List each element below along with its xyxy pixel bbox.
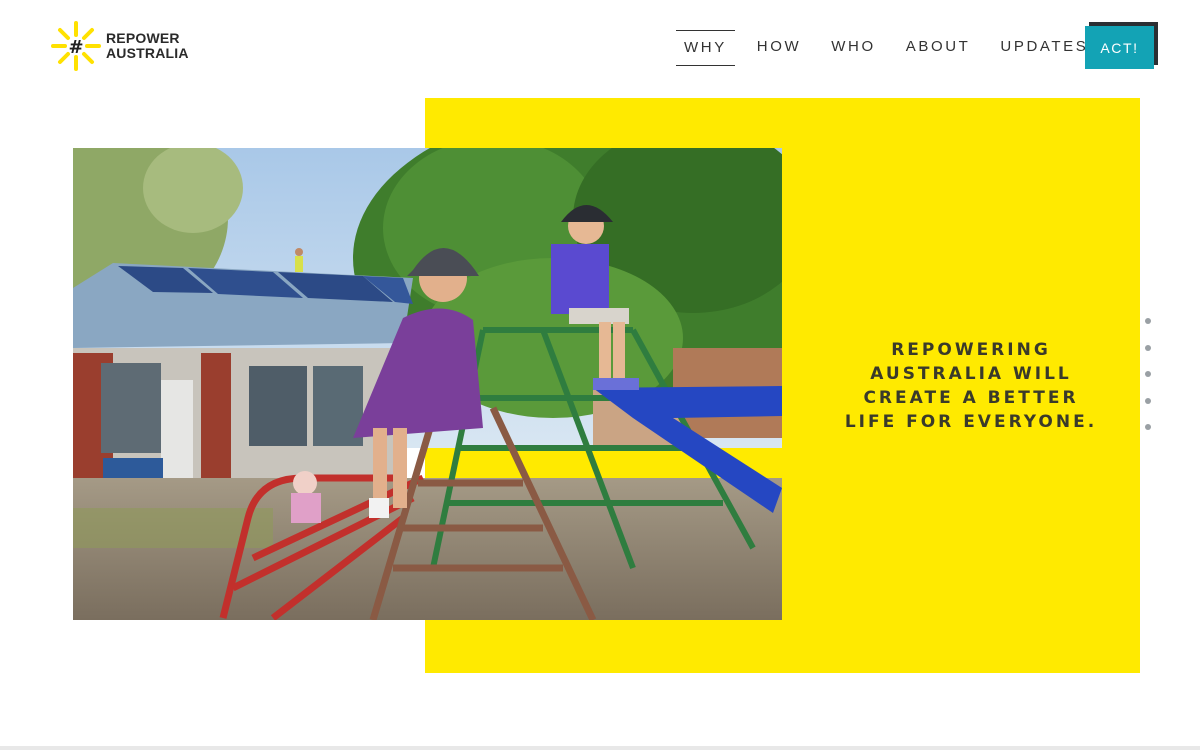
- hero-headline: REPOWERING AUSTRALIA WILL CREATE A BETTE…: [842, 338, 1100, 434]
- slide-dot-4[interactable]: [1145, 397, 1151, 404]
- brand-line-1: REPOWER: [106, 30, 180, 46]
- brand-line-2: AUSTRALIA: [106, 45, 189, 61]
- nav-item-updates[interactable]: UPDATES: [992, 30, 1096, 66]
- nav-item-how[interactable]: HOW: [749, 30, 809, 66]
- hero-headline-line-1: REPOWERING: [891, 340, 1051, 360]
- slide-dot-5[interactable]: [1145, 424, 1151, 430]
- act-button[interactable]: ACT!: [1085, 26, 1154, 69]
- svg-text:#: #: [68, 37, 83, 58]
- slide-dot-3[interactable]: [1145, 371, 1151, 377]
- nav-item-about[interactable]: ABOUT: [898, 30, 979, 66]
- act-button-wrap: ACT!: [1085, 22, 1158, 69]
- nav-item-why[interactable]: WHY: [676, 30, 735, 66]
- hero-headline-line-2: AUSTRALIA WILL: [870, 364, 1072, 384]
- slide-dot-1[interactable]: [1145, 318, 1151, 324]
- page: # REPOWER AUSTRALIA WHY HOW WHO ABOUT UP…: [0, 0, 1200, 750]
- brand-logo[interactable]: # REPOWER AUSTRALIA: [50, 20, 189, 72]
- nav-item-who[interactable]: WHO: [823, 30, 883, 66]
- hero-headline-line-4: LIFE FOR EVERYONE.: [844, 412, 1098, 432]
- page-bottom-bar: [0, 746, 1200, 750]
- hero-photo: [73, 148, 782, 620]
- brand-name: REPOWER AUSTRALIA: [106, 31, 189, 61]
- sun-hash-icon: #: [50, 20, 102, 72]
- slide-pagination: [1145, 318, 1151, 451]
- main-nav: WHY HOW WHO ABOUT UPDATES: [676, 30, 1110, 66]
- hero-headline-line-3: CREATE A BETTER: [863, 388, 1079, 408]
- slide-dot-2[interactable]: [1145, 344, 1151, 351]
